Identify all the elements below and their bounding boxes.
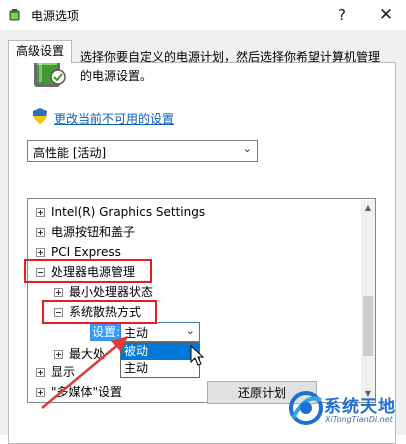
expand-icon[interactable] — [36, 388, 45, 397]
expand-icon[interactable] — [36, 208, 45, 217]
tree-item-label: PCI Express — [51, 245, 121, 259]
power-plan-value: 高性能 [活动] — [33, 146, 107, 160]
tree-item-intel-graphics[interactable]: Intel(R) Graphics Settings — [36, 202, 205, 222]
chevron-down-icon: ⌄ — [185, 324, 195, 337]
watermark-main-text: 系统天地 — [324, 397, 396, 417]
tree-scrollbar[interactable]: ▲ ▼ — [361, 200, 375, 402]
highlight-box-processor-management — [24, 259, 152, 283]
power-plan-select[interactable]: 高性能 [活动] ⌄ — [27, 140, 258, 162]
mouse-cursor-icon — [190, 345, 205, 366]
tree-item-multimedia-settings[interactable]: "多媒体"设置 — [36, 382, 122, 402]
tree-item-label: 电源按钮和盖子 — [51, 225, 136, 239]
tree-item-display[interactable]: 显示 — [36, 362, 75, 382]
expand-icon[interactable] — [54, 288, 63, 297]
tree-item-label: Intel(R) Graphics Settings — [51, 205, 206, 219]
watermark-logo — [289, 391, 323, 425]
option-passive[interactable]: 被动 — [121, 343, 199, 360]
scrollbar-thumb[interactable] — [363, 296, 373, 356]
scroll-up-icon[interactable]: ▲ — [361, 200, 375, 216]
power-options-icon — [9, 9, 20, 21]
cooling-policy-dropdown: 被动 主动 — [120, 342, 200, 378]
highlight-box-cooling-policy — [42, 300, 157, 324]
expand-icon[interactable] — [36, 228, 45, 237]
cooling-policy-select[interactable]: 主动 ⌄ — [120, 322, 200, 342]
option-active[interactable]: 主动 — [121, 360, 199, 377]
tree-item-min-processor-state[interactable]: 最小处理器状态 — [54, 282, 153, 302]
chevron-down-icon: ⌄ — [242, 142, 252, 155]
tree-item-label: 最大处 — [69, 347, 106, 361]
watermark-sub-text: XiTongTianDi.net — [325, 415, 393, 424]
tree-item-label: 显示 — [51, 365, 76, 379]
watermark: 系统天地 XiTongTianDi.net — [280, 384, 406, 435]
expand-icon[interactable] — [54, 350, 63, 359]
change-unavailable-settings-link[interactable]: 更改当前不可用的设置 — [54, 110, 174, 127]
tree-item-max-processor-state[interactable]: 最大处 — [54, 344, 105, 364]
expand-icon[interactable] — [36, 248, 45, 257]
tree-item-power-buttons-lid[interactable]: 电源按钮和盖子 — [36, 222, 135, 242]
window-title: 电源选项 — [31, 9, 80, 23]
tab-advanced-settings[interactable]: 高级设置 — [8, 40, 72, 63]
cooling-policy-value: 主动 — [124, 326, 149, 340]
tree-item-label: 最小处理器状态 — [69, 285, 154, 299]
admin-shield-icon — [33, 108, 47, 124]
close-button[interactable]: ✕ — [366, 0, 406, 30]
setting-label: 设置: — [90, 323, 123, 341]
help-button[interactable]: ? — [322, 0, 362, 30]
title-bar: 电源选项 ? ✕ — [0, 0, 406, 30]
expand-icon[interactable] — [36, 368, 45, 377]
description-text: 选择你要自定义的电源计划，然后选择你希望计算机管理的电源设置。 — [80, 50, 381, 83]
tree-item-label: "多媒体"设置 — [51, 385, 123, 399]
